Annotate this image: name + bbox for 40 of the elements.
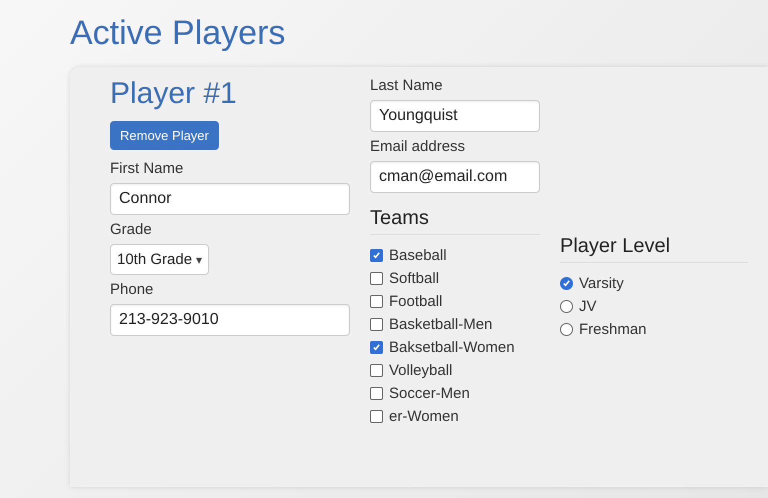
checkbox-label: Volleyball [389,362,452,379]
grade-select[interactable]: 10th Grade ▾ [110,244,210,275]
checkbox-label: Softball [389,270,440,287]
checkbox-label: Baksetball-Women [389,339,515,356]
radio-button[interactable] [560,300,573,313]
field-label: Email address [370,138,466,155]
checkbox[interactable] [370,272,383,285]
email-field[interactable]: cman@email.com [370,161,540,193]
checkbox-label: Basketball-Men [389,316,492,333]
first-name-field[interactable]: Connor [110,183,350,215]
checkbox[interactable] [370,249,383,262]
checkbox[interactable] [370,364,383,377]
checkbox-label: er-Women [389,408,459,425]
field-label: Last Name [370,77,444,94]
checkbox[interactable] [370,387,383,400]
player-title: Player #1 [110,77,238,111]
section-heading: Teams [370,207,540,235]
radio-label: Freshman [579,321,647,338]
checkbox-label: Football [389,293,442,310]
phone-field[interactable]: 213-923-9010 [110,304,350,336]
radio-button[interactable] [560,277,573,290]
section-heading: Player Level [560,235,748,263]
checkbox-label: Soccer-Men [389,385,470,402]
radio-label: Varsity [579,275,624,292]
checkbox[interactable] [370,295,383,308]
radio-label: JV [579,298,597,315]
checkbox[interactable] [370,341,383,354]
remove-player-button[interactable]: Remove Player [110,121,219,150]
checkmark-icon [562,279,571,288]
checkmark-icon [372,343,381,352]
checkbox-label: Baseball [389,247,447,264]
checkbox[interactable] [370,318,383,331]
checkbox[interactable] [370,410,383,423]
page-title: Active Players [70,14,286,53]
checkmark-icon [372,251,381,260]
field-label: Grade [110,221,153,238]
radio-button[interactable] [560,323,573,336]
field-label: First Name [110,160,184,177]
field-label: Phone [110,281,154,298]
last-name-field[interactable]: Youngquist [370,100,540,132]
